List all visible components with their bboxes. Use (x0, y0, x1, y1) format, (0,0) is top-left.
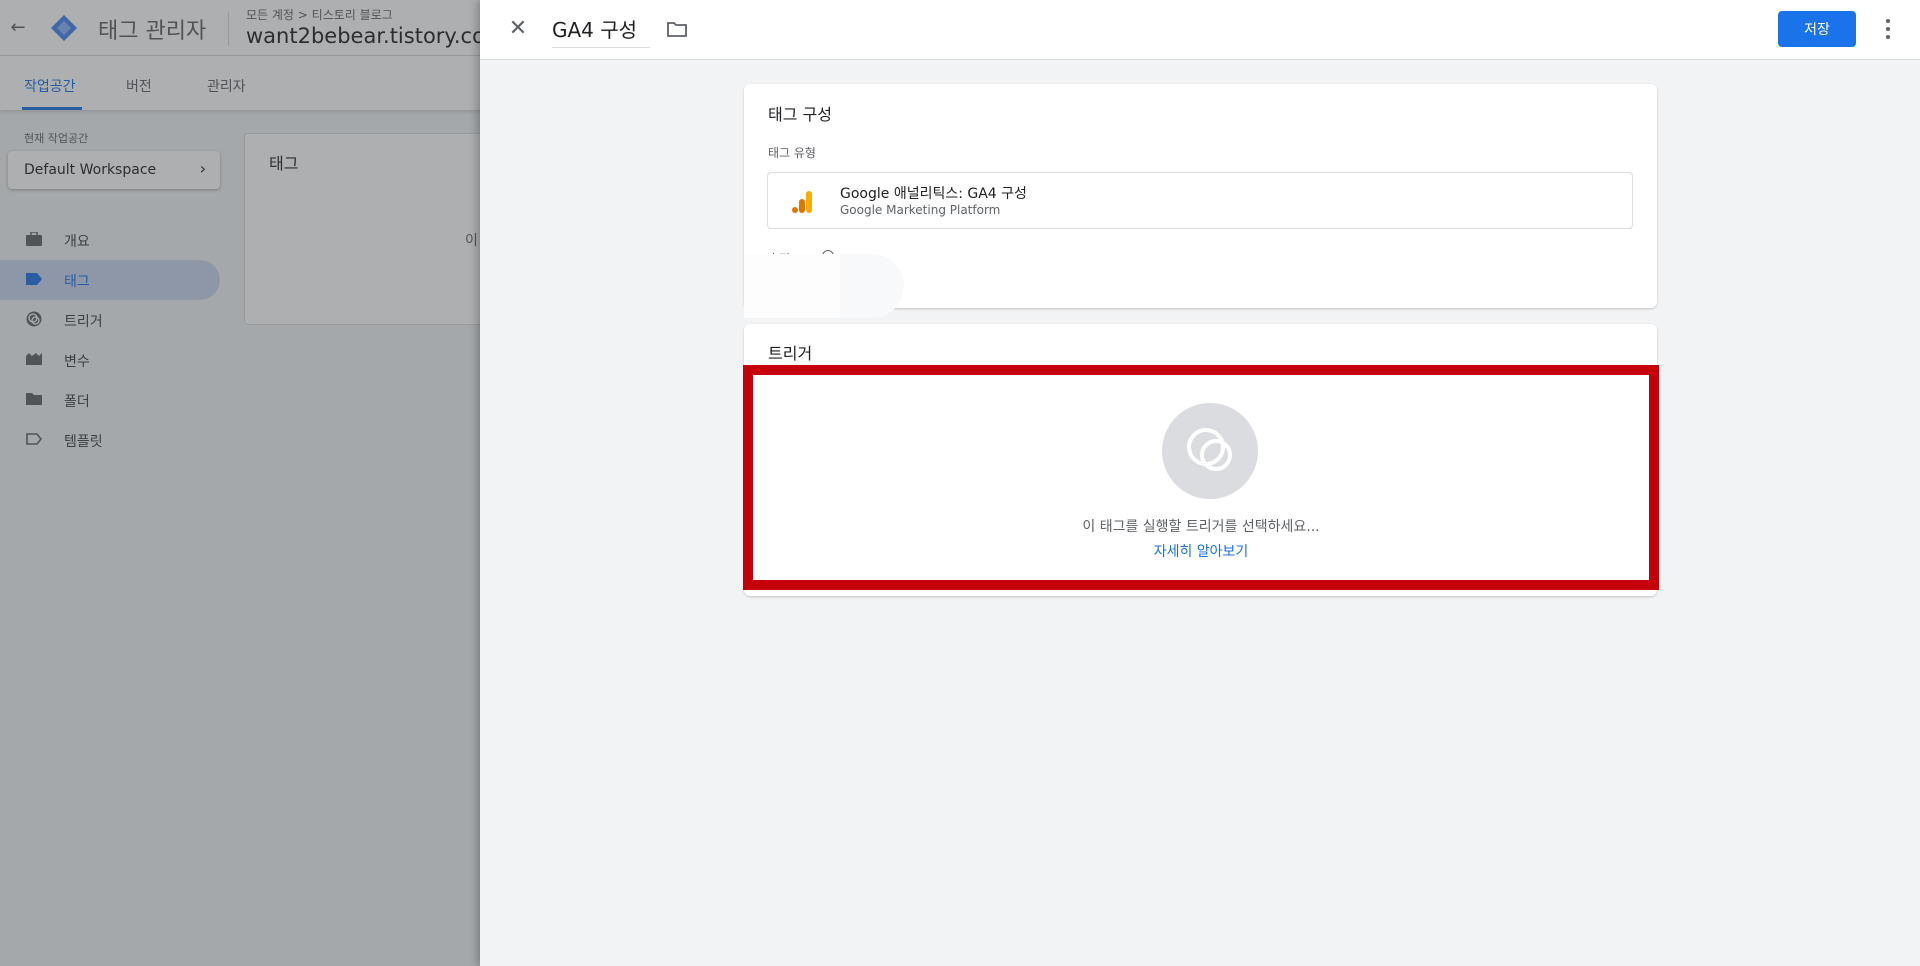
editor-header: ✕ GA4 구성 저장 (480, 0, 1920, 60)
more-vert-icon[interactable] (1876, 14, 1900, 44)
tag-type-label: 태그 유형 (768, 146, 816, 160)
tag-configuration-title: 태그 구성 (768, 105, 832, 124)
tag-type-selector[interactable]: Google 애널리틱스: GA4 구성 Google Marketing Pl… (767, 172, 1633, 229)
modal-scrim[interactable] (0, 0, 480, 966)
tag-name-field[interactable]: GA4 구성 (552, 14, 650, 48)
tag-type-provider: Google Marketing Platform (840, 203, 1001, 217)
trigger-selection-area[interactable]: 이 태그를 실행할 트리거를 선택하세요... 자세히 알아보기 (743, 365, 1659, 590)
close-icon[interactable]: ✕ (504, 16, 532, 44)
triggering-title: 트리거 (768, 344, 813, 363)
trigger-placeholder[interactable] (1162, 403, 1258, 499)
google-analytics-icon (792, 191, 812, 213)
loading-placeholder (744, 254, 840, 318)
trigger-prompt-text: 이 태그를 실행할 트리거를 선택하세요... (1082, 519, 1320, 535)
folder-icon[interactable] (664, 16, 690, 42)
save-button[interactable]: 저장 (1778, 11, 1856, 47)
learn-more-link[interactable]: 자세히 알아보기 (753, 541, 1649, 561)
tag-configuration-card[interactable]: 태그 구성 태그 유형 Google 애널리틱스: GA4 구성 Google … (744, 84, 1657, 318)
trigger-icon (1187, 428, 1232, 471)
tag-type-name: Google 애널리틱스: GA4 구성 (840, 186, 1027, 202)
